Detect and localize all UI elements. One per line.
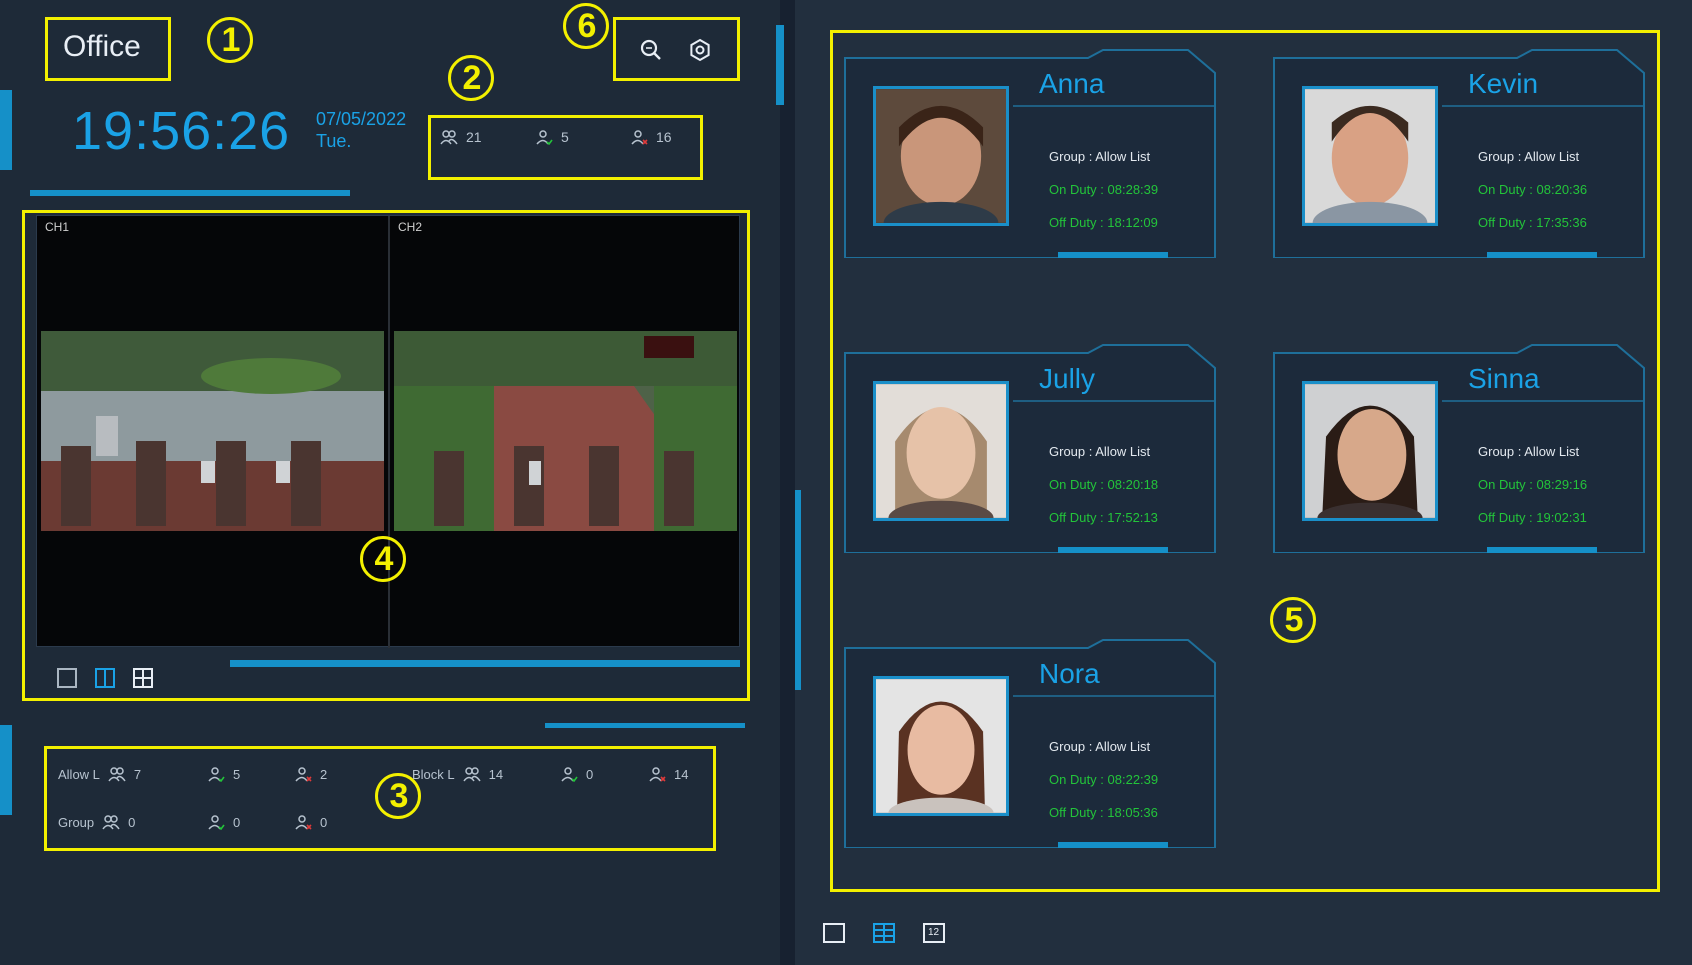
annotation-box-title [45, 17, 171, 81]
annotation-badge-3: 3 [375, 773, 423, 821]
single-card-view-button[interactable] [822, 921, 846, 945]
annotation-badge-2: 2 [448, 55, 496, 103]
annotation-badge-6: 6 [563, 3, 611, 51]
annotation-badge-5: 5 [1270, 597, 1318, 645]
badge-number: 2 [462, 59, 482, 97]
badge-number: 5 [1284, 601, 1304, 639]
badge-number: 3 [389, 777, 409, 815]
annotation-box-summary [428, 115, 703, 180]
stats-top-accent [545, 723, 745, 728]
badge-number: 6 [577, 7, 597, 45]
date-text: 07/05/2022 [316, 109, 407, 129]
weekday-text: Tue. [316, 131, 352, 151]
annotation-badge-4: 4 [360, 536, 408, 584]
divider-accent [776, 25, 784, 105]
annotation-box-toolbar [613, 17, 740, 81]
divider-accent-mid [795, 490, 801, 690]
annotation-box-video [22, 210, 750, 701]
annotation-box-cards [830, 30, 1660, 892]
video-top-accent [30, 190, 350, 196]
badge-number: 1 [221, 21, 241, 59]
twelve-card-view-button[interactable]: 12 [922, 921, 946, 945]
date-block: 07/05/2022 Tue. [316, 108, 406, 152]
card-layout-switcher: 12 [822, 921, 946, 945]
twelve-label: 12 [928, 927, 940, 938]
grid-card-view-button[interactable] [872, 921, 896, 945]
left-edge-accent-lower [0, 725, 12, 815]
annotation-badge-1: 1 [207, 17, 255, 65]
clock-time: 19:56:26 [72, 101, 291, 161]
panel-divider [780, 0, 795, 965]
left-edge-accent [0, 90, 12, 170]
grid-view-icon [873, 923, 895, 943]
single-view-icon [823, 923, 845, 943]
badge-number: 4 [374, 540, 394, 578]
